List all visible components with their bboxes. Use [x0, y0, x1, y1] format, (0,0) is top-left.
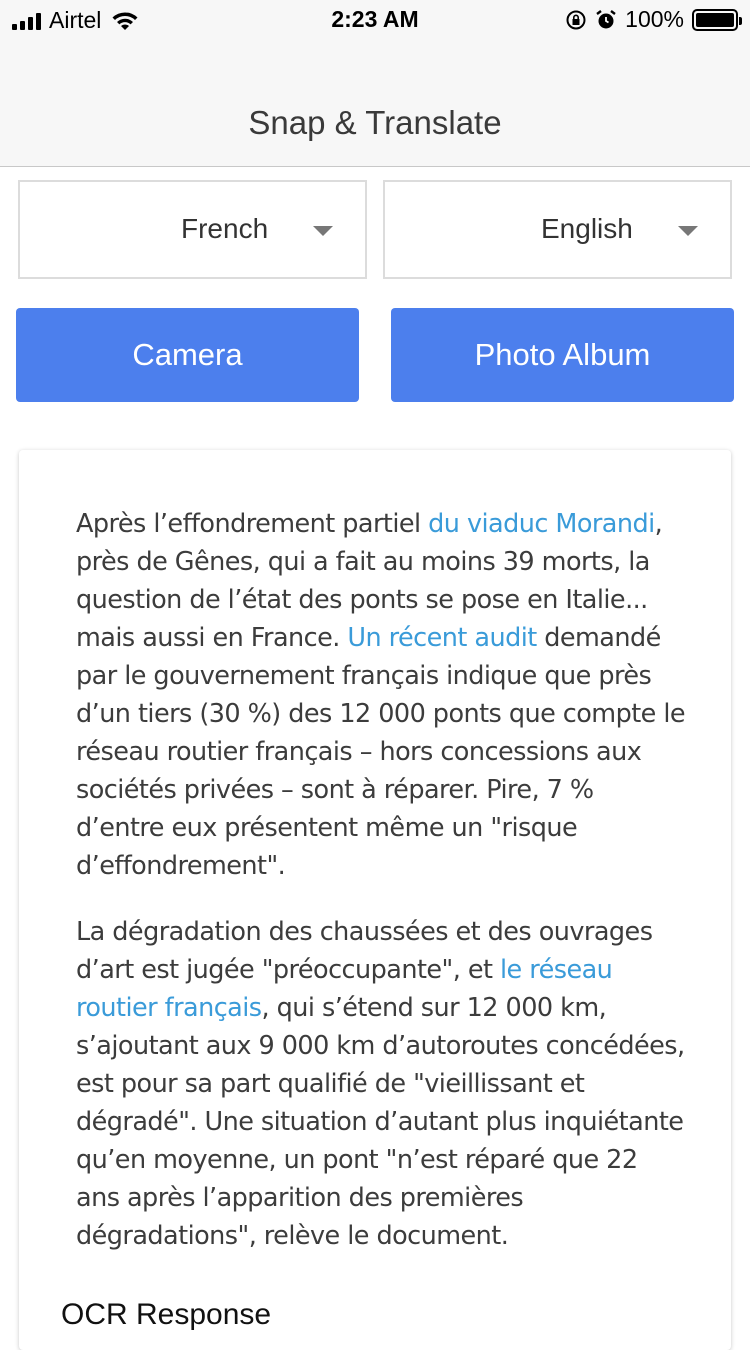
camera-button[interactable]: Camera: [16, 308, 359, 402]
source-language-label: French: [181, 213, 269, 244]
document-text: Après l’effondrement partiel: [76, 509, 429, 539]
document-link: Un récent audit: [347, 623, 537, 653]
battery-icon: [692, 8, 742, 31]
document-link: du viaduc Morandi: [428, 509, 655, 539]
page-title: Snap & Translate: [248, 104, 502, 141]
rotation-lock-icon: [566, 10, 586, 29]
target-language-label: English: [541, 213, 633, 244]
battery-percent: 100%: [625, 6, 684, 32]
document-text: , qui s’étend sur 12 000 km, s’ajoutant …: [76, 993, 685, 1251]
photo-album-button[interactable]: Photo Album: [391, 308, 734, 402]
navigation-bar: Snap & Translate: [0, 40, 750, 167]
chevron-down-icon: [678, 226, 698, 236]
status-right: 100%: [565, 6, 742, 33]
source-language-select[interactable]: French: [18, 180, 367, 279]
document-paragraph: Après l’effondrement partiel du viaduc M…: [76, 505, 686, 885]
result-card: Après l’effondrement partiel du viaduc M…: [19, 450, 731, 1350]
document-text: demandé par le gouvernement français ind…: [76, 623, 686, 881]
scanned-document-image: Après l’effondrement partiel du viaduc M…: [76, 505, 686, 1283]
target-language-select[interactable]: English: [383, 180, 732, 279]
chevron-down-icon: [313, 226, 333, 236]
ocr-response-heading: OCR Response: [61, 1298, 272, 1331]
alarm-icon: [596, 9, 616, 28]
status-bar: Airtel 2:23 AM 100%: [0, 0, 750, 40]
document-paragraph: La dégradation des chaussées et des ouvr…: [76, 913, 686, 1255]
